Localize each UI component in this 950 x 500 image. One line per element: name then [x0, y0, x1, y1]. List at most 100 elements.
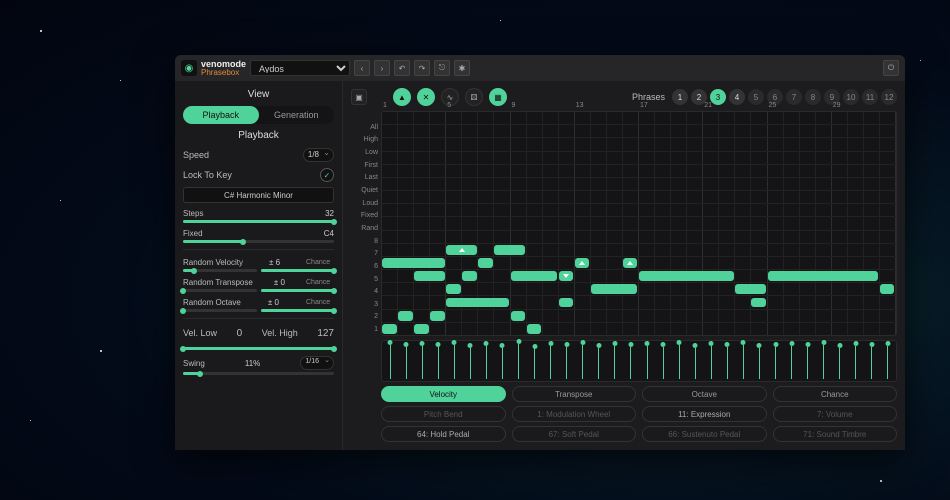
- velocity-bar[interactable]: [784, 343, 800, 379]
- rand-oct-chance-slider[interactable]: [261, 309, 335, 312]
- velocity-bar[interactable]: [751, 343, 767, 379]
- fixed-slider[interactable]: [183, 240, 334, 243]
- lane-tab-octave[interactable]: Octave: [642, 386, 767, 402]
- note[interactable]: [446, 245, 477, 255]
- note[interactable]: [382, 324, 397, 334]
- cc-tab[interactable]: 66: Sustenuto Pedal: [642, 426, 767, 442]
- tab-generation[interactable]: Generation: [259, 106, 335, 124]
- note[interactable]: [430, 311, 445, 321]
- cc-tab[interactable]: 7: Volume: [773, 406, 898, 422]
- velocity-bar[interactable]: [735, 343, 751, 379]
- rand-vel-chance-slider[interactable]: [261, 269, 335, 272]
- power-button[interactable]: ⏻: [883, 60, 899, 76]
- note[interactable]: [735, 284, 766, 294]
- velocity-lane[interactable]: [381, 340, 897, 382]
- velocity-bar[interactable]: [462, 343, 478, 379]
- velocity-bar[interactable]: [430, 343, 446, 379]
- note[interactable]: [398, 311, 413, 321]
- rand-trans-slider[interactable]: [183, 289, 257, 292]
- grid-canvas[interactable]: 1591317212529: [381, 111, 897, 336]
- note[interactable]: [446, 284, 461, 294]
- cc-tab[interactable]: 1: Modulation Wheel: [512, 406, 637, 422]
- velocity-bar[interactable]: [591, 343, 607, 379]
- velocity-bar[interactable]: [575, 343, 591, 379]
- note[interactable]: [414, 324, 429, 334]
- cc-tab[interactable]: 71: Sound Timbre: [773, 426, 898, 442]
- cc-tab[interactable]: 11: Expression: [642, 406, 767, 422]
- velocity-bar[interactable]: [382, 343, 398, 379]
- velocity-bar[interactable]: [559, 343, 575, 379]
- lane-tab-transpose[interactable]: Transpose: [512, 386, 637, 402]
- prev-preset-button[interactable]: ‹: [354, 60, 370, 76]
- speed-select[interactable]: 1/8: [303, 148, 334, 162]
- velocity-bar[interactable]: [864, 343, 880, 379]
- velocity-bar[interactable]: [623, 343, 639, 379]
- lock-checkbox[interactable]: ✓: [320, 168, 334, 182]
- settings-button[interactable]: ✱: [454, 60, 470, 76]
- undo-button[interactable]: ↶: [394, 60, 410, 76]
- velocity-bar[interactable]: [655, 343, 671, 379]
- cc-tab[interactable]: 64: Hold Pedal: [381, 426, 506, 442]
- velocity-bar[interactable]: [880, 343, 896, 379]
- velocity-bar[interactable]: [671, 343, 687, 379]
- velocity-bar[interactable]: [414, 343, 430, 379]
- note[interactable]: [511, 311, 526, 321]
- velocity-bar[interactable]: [848, 343, 864, 379]
- link-button[interactable]: ⎋: [434, 60, 450, 76]
- velocity-bar[interactable]: [816, 343, 832, 379]
- note[interactable]: [623, 258, 638, 268]
- next-preset-button[interactable]: ›: [374, 60, 390, 76]
- note[interactable]: [880, 284, 895, 294]
- velocity-bar[interactable]: [543, 343, 559, 379]
- note[interactable]: [639, 271, 734, 281]
- rand-oct-slider[interactable]: [183, 309, 257, 312]
- preset-select[interactable]: Aydos: [250, 60, 350, 76]
- cc-tab[interactable]: 67: Soft Pedal: [512, 426, 637, 442]
- cc-tab[interactable]: Pitch Bend: [381, 406, 506, 422]
- note[interactable]: [768, 271, 879, 281]
- speed-label: Speed: [183, 150, 209, 160]
- lane-tab-velocity[interactable]: Velocity: [381, 386, 506, 402]
- velocity-bar[interactable]: [639, 343, 655, 379]
- note[interactable]: [559, 298, 574, 308]
- velocity-bar[interactable]: [703, 343, 719, 379]
- note[interactable]: [446, 298, 509, 308]
- velocity-bar[interactable]: [398, 343, 414, 379]
- velocity-bar[interactable]: [800, 343, 816, 379]
- redo-button[interactable]: ↷: [414, 60, 430, 76]
- selection-tool-button[interactable]: ▣: [351, 89, 367, 105]
- scale-display[interactable]: C# Harmonic Minor: [183, 187, 334, 203]
- velocity-bar[interactable]: [687, 343, 703, 379]
- note[interactable]: [494, 245, 525, 255]
- note[interactable]: [511, 271, 558, 281]
- tab-playback[interactable]: Playback: [183, 106, 259, 124]
- playback-title: Playback: [183, 130, 334, 141]
- note[interactable]: [462, 271, 477, 281]
- rand-vel-slider[interactable]: [183, 269, 257, 272]
- velocity-bar[interactable]: [494, 343, 510, 379]
- velocity-bar[interactable]: [832, 343, 848, 379]
- swing-rate-select[interactable]: 1/16: [300, 356, 334, 370]
- steps-slider[interactable]: [183, 220, 334, 223]
- swing-slider[interactable]: [183, 372, 334, 375]
- note[interactable]: [527, 324, 542, 334]
- note[interactable]: [414, 271, 445, 281]
- note[interactable]: [478, 258, 493, 268]
- note[interactable]: [591, 284, 638, 294]
- velocity-bar[interactable]: [768, 343, 784, 379]
- velocity-bar[interactable]: [719, 343, 735, 379]
- rand-trans-chance-slider[interactable]: [261, 289, 335, 292]
- lane-tab-chance[interactable]: Chance: [773, 386, 898, 402]
- velocity-bar[interactable]: [446, 343, 462, 379]
- vel-range-slider[interactable]: [183, 347, 334, 350]
- note[interactable]: [382, 258, 445, 268]
- velocity-bar[interactable]: [607, 343, 623, 379]
- note[interactable]: [559, 271, 574, 281]
- note[interactable]: [575, 258, 590, 268]
- velocity-bar[interactable]: [478, 343, 494, 379]
- velocity-bar[interactable]: [527, 343, 543, 379]
- top-bar: ◉ venomode Phrasebox Aydos ‹ › ↶ ↷ ⎋ ✱ ⏻: [175, 55, 905, 81]
- velocity-bar[interactable]: [511, 343, 527, 379]
- note[interactable]: [751, 298, 766, 308]
- logo: ◉ venomode Phrasebox: [181, 60, 246, 77]
